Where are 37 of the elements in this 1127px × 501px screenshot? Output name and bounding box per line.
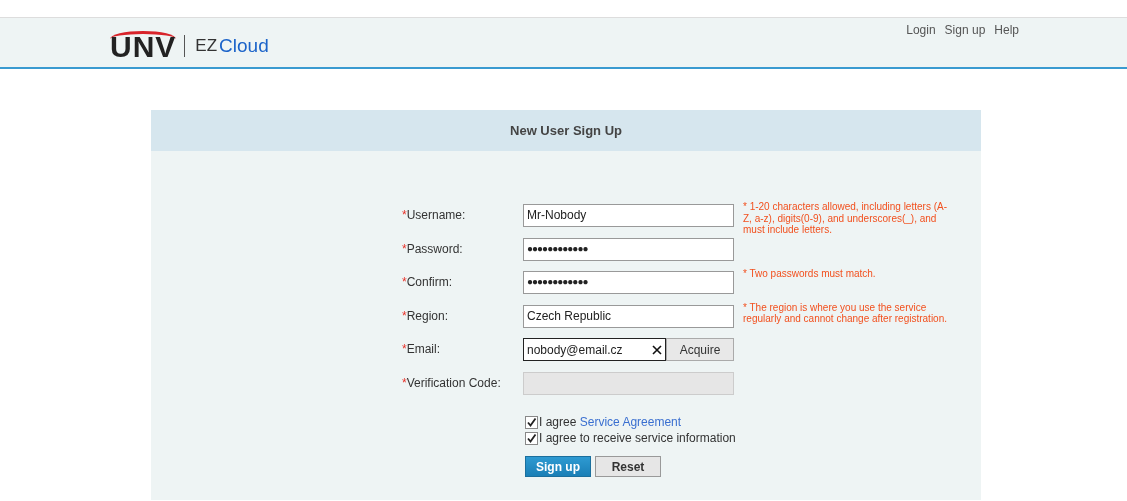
agreement-text: I agree to receive service information — [539, 431, 736, 445]
header-link[interactable]: Sign up — [944, 23, 986, 38]
field-label: Verification Code: — [406, 375, 501, 390]
checkbox[interactable] — [525, 431, 538, 445]
field-label: Email: — [406, 342, 440, 356]
checkbox[interactable] — [525, 415, 538, 429]
input-field[interactable]: Czech Republic — [523, 304, 734, 328]
field-hint: * Two passwords must match. — [743, 268, 877, 280]
required-mark: * — [402, 308, 407, 323]
product-logo-prefix: EZ — [195, 35, 218, 56]
acquire-button[interactable]: Acquire — [666, 338, 734, 361]
field-label: Confirm: — [406, 275, 452, 289]
required-mark: * — [402, 275, 407, 289]
field-label: Password: — [406, 241, 463, 256]
password-field[interactable]: ●●●●●●●●●●●● — [523, 237, 734, 261]
service-agreement-link[interactable]: Service Agreement — [579, 415, 682, 429]
field-hint: * The region is where you use the service regularly and cannot change after registration. — [743, 301, 948, 325]
form-title: New User Sign Up — [151, 110, 981, 151]
clear-icon[interactable] — [652, 344, 662, 355]
header-link[interactable]: Help — [994, 23, 1019, 38]
required-mark: * — [402, 241, 407, 256]
brand-logo: UNV — [110, 31, 177, 60]
required-mark: * — [402, 375, 407, 390]
required-mark: * — [402, 208, 407, 222]
password-field[interactable]: ●●●●●●●●●●●● — [523, 271, 734, 294]
field-hint: * 1-20 characters allowed, including letters (A-Z, a-z), digits(0-9), and underscores(_), and must include letters. — [743, 201, 948, 236]
email-field[interactable]: nobody@email.cz — [523, 338, 666, 361]
agreement-text: I agree — [539, 415, 578, 429]
input-field[interactable]: Mr-Nobody — [523, 204, 734, 227]
field-label: Region: — [406, 308, 449, 323]
field-label: Username: — [406, 208, 466, 222]
required-mark: * — [402, 342, 407, 356]
reset-button[interactable]: Reset — [595, 456, 661, 477]
sign-up-button[interactable]: Sign up — [525, 456, 591, 477]
product-logo: Cloud — [219, 34, 269, 57]
verification-code-field[interactable] — [523, 371, 734, 395]
header-link[interactable]: Login — [906, 23, 936, 38]
